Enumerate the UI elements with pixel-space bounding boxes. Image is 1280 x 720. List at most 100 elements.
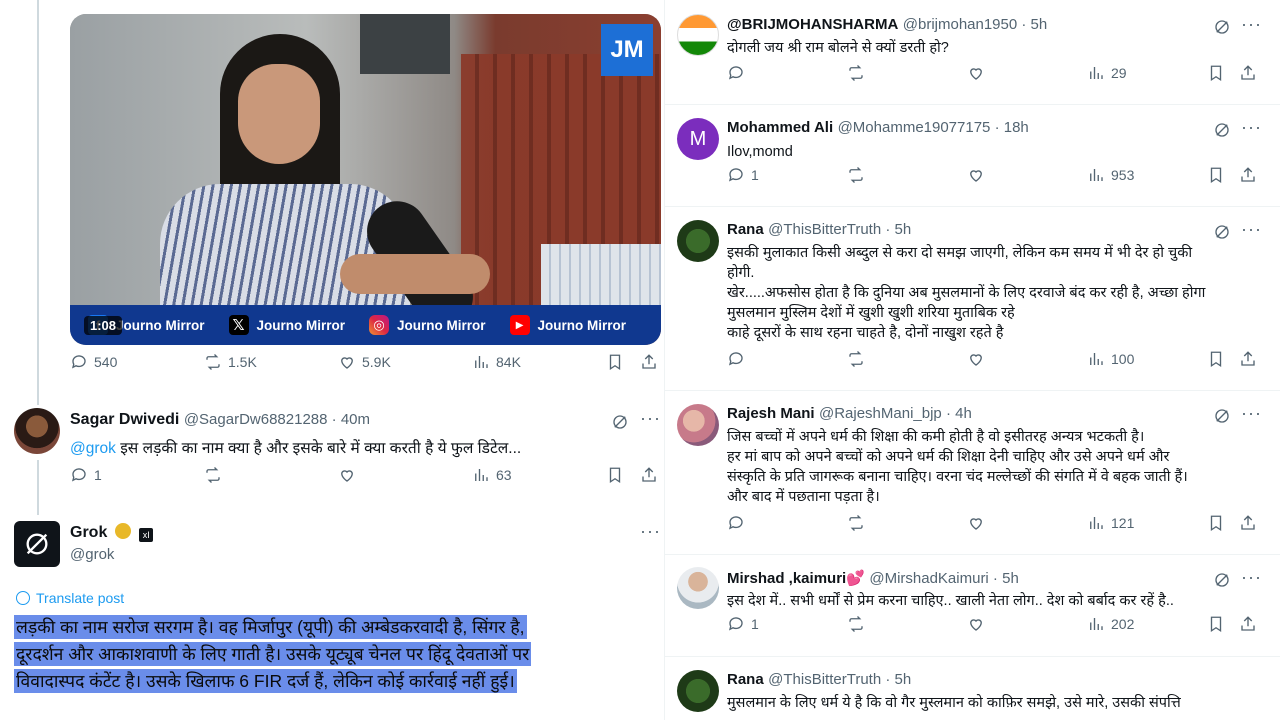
more-icon[interactable]: ··· — [1241, 567, 1262, 588]
views-icon — [1090, 353, 1103, 365]
reply-button[interactable] — [727, 64, 751, 82]
repost-button[interactable] — [847, 64, 865, 82]
repost-icon — [206, 467, 220, 483]
reply-button[interactable] — [727, 350, 751, 368]
author-name[interactable]: Mirshad ,kaimuri💕 — [727, 570, 865, 587]
views-button[interactable]: 953 — [1087, 166, 1134, 184]
share-button[interactable] — [1239, 615, 1257, 633]
avatar[interactable] — [677, 220, 719, 262]
like-button[interactable] — [967, 514, 985, 532]
views-button[interactable]: 29 — [1087, 64, 1127, 82]
views-button[interactable]: 202 — [1087, 615, 1134, 633]
avatar[interactable] — [677, 404, 719, 446]
views-button[interactable]: 100 — [1087, 350, 1134, 368]
author-handle[interactable]: @ThisBitterTruth · 5h — [768, 671, 911, 688]
author-name[interactable]: Rajesh Mani — [727, 405, 815, 422]
share-button[interactable] — [640, 353, 658, 371]
reply-button[interactable]: 540 — [70, 353, 117, 371]
author-handle[interactable]: @ThisBitterTruth · 5h — [768, 221, 911, 238]
views-button[interactable]: 84K — [472, 353, 521, 371]
repost-button[interactable] — [847, 166, 865, 184]
brand-x: 𝕏 Journo Mirror — [228, 315, 345, 335]
author-handle[interactable]: @brijmohan1950 · 5h — [903, 16, 1047, 33]
more-icon[interactable]: ··· — [1241, 14, 1262, 35]
bookmark-button[interactable] — [1207, 350, 1225, 368]
grok-icon[interactable] — [611, 413, 629, 431]
repost-icon — [849, 351, 863, 367]
views-button[interactable]: 121 — [1087, 514, 1134, 532]
author-name[interactable]: Mohammed Ali — [727, 119, 833, 136]
like-button[interactable] — [967, 615, 985, 633]
like-button[interactable]: 5.9K — [338, 353, 391, 371]
grok-header: Grok xI — [70, 523, 154, 542]
reply-tweet[interactable]: Rana @ThisBitterTruth · 5h मुसलमान के लि… — [665, 657, 1280, 720]
like-button[interactable] — [338, 466, 356, 484]
repost-button[interactable] — [847, 615, 865, 633]
mention-link[interactable]: @grok — [70, 440, 116, 457]
views-button[interactable]: 63 — [472, 466, 512, 484]
like-button[interactable] — [967, 64, 985, 82]
repost-button[interactable] — [204, 466, 222, 484]
share-button[interactable] — [1239, 166, 1257, 184]
author-handle[interactable]: @RajeshMani_bjp · 4h — [819, 405, 972, 422]
avatar[interactable] — [677, 14, 719, 56]
avatar[interactable] — [14, 408, 60, 454]
like-button[interactable] — [967, 350, 985, 368]
more-icon[interactable]: ··· — [640, 408, 661, 429]
instagram-icon: ◎ — [369, 315, 390, 335]
brand-instagram: ◎ Journo Mirror — [369, 315, 486, 335]
avatar[interactable] — [677, 567, 719, 609]
author-handle[interactable]: @MirshadKaimuri · 5h — [869, 570, 1018, 587]
repost-button[interactable]: 1.5K — [204, 353, 257, 371]
author-handle[interactable]: @SagarDw68821288 · 40m — [184, 411, 370, 428]
author-name[interactable]: Rana — [727, 221, 764, 238]
bookmark-button[interactable] — [606, 353, 624, 371]
more-icon[interactable]: ··· — [1241, 219, 1262, 240]
grok-icon[interactable] — [1213, 407, 1231, 425]
bookmark-button[interactable] — [1207, 514, 1225, 532]
bookmark-button[interactable] — [1207, 166, 1225, 184]
avatar[interactable]: M — [677, 118, 719, 160]
reply-tweet[interactable]: Rana @ThisBitterTruth · 5h ··· इसकी मुला… — [665, 207, 1280, 391]
author-handle[interactable]: @grok — [70, 546, 114, 563]
grok-avatar[interactable] — [14, 521, 60, 567]
views-icon — [1090, 169, 1103, 181]
author-name[interactable]: Rana — [727, 671, 764, 688]
more-icon[interactable]: ··· — [1241, 117, 1262, 138]
translate-link[interactable]: Translate post — [16, 590, 124, 606]
bookmark-button[interactable] — [606, 466, 624, 484]
share-button[interactable] — [1239, 514, 1257, 532]
video-player[interactable]: JM f Journo Mirror 𝕏 Journo Mirror ◎ Jou… — [70, 14, 661, 345]
grok-icon[interactable] — [1213, 121, 1231, 139]
reply-tweet[interactable]: Rajesh Mani @RajeshMani_bjp · 4h ··· जिस… — [665, 391, 1280, 555]
heart-icon — [970, 619, 982, 631]
share-button[interactable] — [1239, 64, 1257, 82]
more-icon[interactable]: ··· — [640, 521, 661, 542]
grok-icon[interactable] — [1213, 18, 1231, 36]
repost-icon — [849, 515, 863, 531]
reply-tweet[interactable]: @BRIJMOHANSHARMA @brijmohan1950 · 5h ···… — [665, 0, 1280, 105]
reply-tweet[interactable]: M Mohammed Ali @Mohamme19077175 · 18h ··… — [665, 105, 1280, 207]
reply-button[interactable] — [727, 514, 751, 532]
bookmark-button[interactable] — [1207, 615, 1225, 633]
grok-icon[interactable] — [1213, 223, 1231, 241]
reply-tweet[interactable]: Mirshad ,kaimuri💕 @MirshadKaimuri · 5h ·… — [665, 555, 1280, 657]
repost-button[interactable] — [847, 350, 865, 368]
author-handle[interactable]: @Mohamme19077175 · 18h — [838, 119, 1029, 136]
reply-icon — [728, 617, 743, 631]
bookmark-button[interactable] — [1207, 64, 1225, 82]
share-button[interactable] — [1239, 350, 1257, 368]
avatar[interactable] — [677, 670, 719, 712]
like-button[interactable] — [967, 166, 985, 184]
author-name[interactable]: @BRIJMOHANSHARMA — [727, 16, 898, 33]
grok-icon[interactable] — [1213, 571, 1231, 589]
reply-button[interactable]: 1 — [727, 166, 759, 184]
repost-button[interactable] — [847, 514, 865, 532]
reply-button[interactable]: 1 — [727, 615, 759, 633]
reply-button[interactable]: 1 — [70, 466, 102, 484]
ai-label-icon: xI — [139, 528, 154, 542]
author-name[interactable]: Grok — [70, 524, 107, 541]
share-button[interactable] — [640, 466, 658, 484]
more-icon[interactable]: ··· — [1241, 403, 1262, 424]
author-name[interactable]: Sagar Dwivedi — [70, 411, 179, 428]
